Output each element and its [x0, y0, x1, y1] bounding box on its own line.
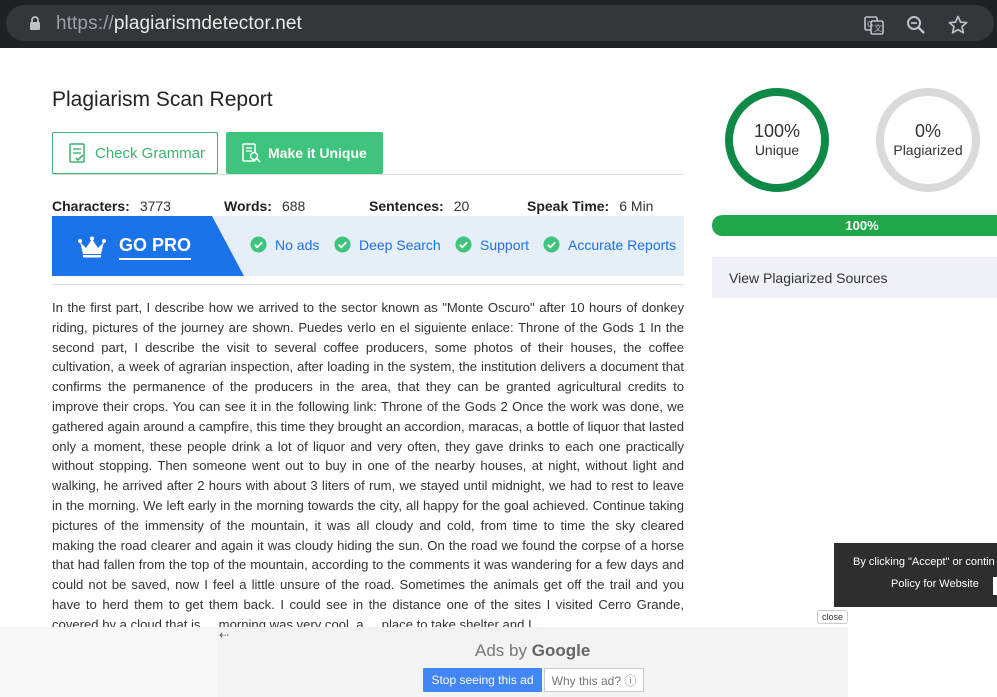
cookie-policy-link[interactable]: Policy for Website: [891, 578, 979, 590]
plagiarized-score-circle: 0% Plagiarized: [876, 88, 980, 192]
divider: [52, 284, 684, 285]
svg-text:文: 文: [874, 23, 882, 33]
ads-by-label: Ads by: [475, 641, 527, 660]
stat-sentences-label: Sentences:: [369, 198, 444, 214]
accept-button-edge[interactable]: [993, 577, 997, 595]
address-bar[interactable]: https://plagiarismdetector.net G 文: [6, 5, 994, 41]
view-plagiarized-sources-button[interactable]: View Plagiarized Sources: [712, 257, 997, 298]
crown-icon: [78, 236, 106, 258]
scanned-text: In the first part, I describe how we arr…: [52, 300, 684, 632]
plagiarized-percent: 0%: [914, 121, 941, 141]
stat-words: Words: 688: [224, 198, 305, 214]
google-label: Google: [531, 641, 591, 660]
unique-score-circle: 100% Unique: [725, 88, 829, 192]
feature-label: Support: [480, 236, 530, 253]
check-circle-icon: [543, 236, 560, 253]
feature-label: No ads: [275, 236, 320, 253]
stat-words-label: Words:: [224, 198, 272, 214]
feature-deep-search: Deep Search: [334, 236, 441, 253]
zoom-out-icon[interactable]: [906, 15, 926, 35]
check-grammar-button[interactable]: Check Grammar: [52, 132, 218, 174]
stat-speak-time: Speak Time: 6 Min: [527, 198, 653, 214]
ads-by-google: Ads by Google: [475, 641, 590, 661]
feature-no-ads: No ads: [250, 236, 319, 253]
stop-seeing-ad-button[interactable]: Stop seeing this ad: [423, 668, 542, 692]
stat-speak-time-label: Speak Time:: [527, 198, 610, 214]
check-circle-icon: [334, 236, 351, 253]
document-search-icon: [242, 143, 261, 163]
lock-icon: [30, 16, 40, 30]
stat-characters-value: 3773: [139, 198, 171, 214]
ad-overlay-fade: [0, 627, 217, 697]
feature-label: Accurate Reports: [568, 236, 677, 253]
feature-support: Support: [455, 236, 529, 253]
check-circle-icon: [250, 236, 267, 253]
cookie-text: By clicking "Accept" or contin: [853, 556, 995, 568]
why-this-ad-button[interactable]: Why this ad? ⓘ: [544, 668, 644, 692]
url-scheme: https://: [56, 13, 114, 34]
view-sources-label: View Plagiarized Sources: [729, 269, 888, 286]
svg-text:G: G: [867, 20, 873, 29]
feature-accurate-reports: Accurate Reports: [543, 236, 676, 253]
page-title: Plagiarism Scan Report: [52, 88, 273, 111]
progress-fill: 100%: [712, 215, 997, 236]
browser-toolbar: https://plagiarismdetector.net G 文: [0, 0, 997, 48]
feature-label: Deep Search: [359, 236, 441, 253]
url-text[interactable]: https://plagiarismdetector.net: [56, 13, 302, 35]
cookie-consent-bar: By clicking "Accept" or contin Policy fo…: [834, 543, 997, 607]
make-unique-label: Make it Unique: [268, 145, 367, 161]
stat-sentences: Sentences: 20: [369, 198, 469, 214]
url-host: plagiarismdetector.net: [113, 13, 302, 34]
stat-sentences-value: 20: [453, 198, 470, 214]
bookmark-star-icon[interactable]: [948, 15, 968, 35]
stat-words-value: 688: [281, 198, 306, 214]
unique-label: Unique: [754, 142, 800, 158]
make-unique-button[interactable]: Make it Unique: [226, 132, 383, 174]
plagiarized-label: Plagiarized: [893, 142, 963, 158]
go-pro-label[interactable]: GO PRO: [119, 234, 192, 260]
stat-characters: Characters: 3773: [52, 198, 171, 214]
close-button[interactable]: close: [817, 610, 849, 624]
unique-percent: 100%: [753, 121, 801, 141]
stat-characters-label: Characters:: [52, 198, 130, 214]
stat-speak-time-value: 6 Min: [619, 198, 654, 214]
check-grammar-label: Check Grammar: [95, 144, 206, 162]
uniqueness-progress-bar: 100%: [712, 215, 997, 236]
back-arrow-icon[interactable]: ⇠: [219, 628, 229, 642]
check-circle-icon: [455, 236, 472, 253]
divider: [52, 174, 684, 175]
translate-icon[interactable]: G 文: [864, 15, 884, 35]
document-check-icon: [69, 143, 85, 163]
